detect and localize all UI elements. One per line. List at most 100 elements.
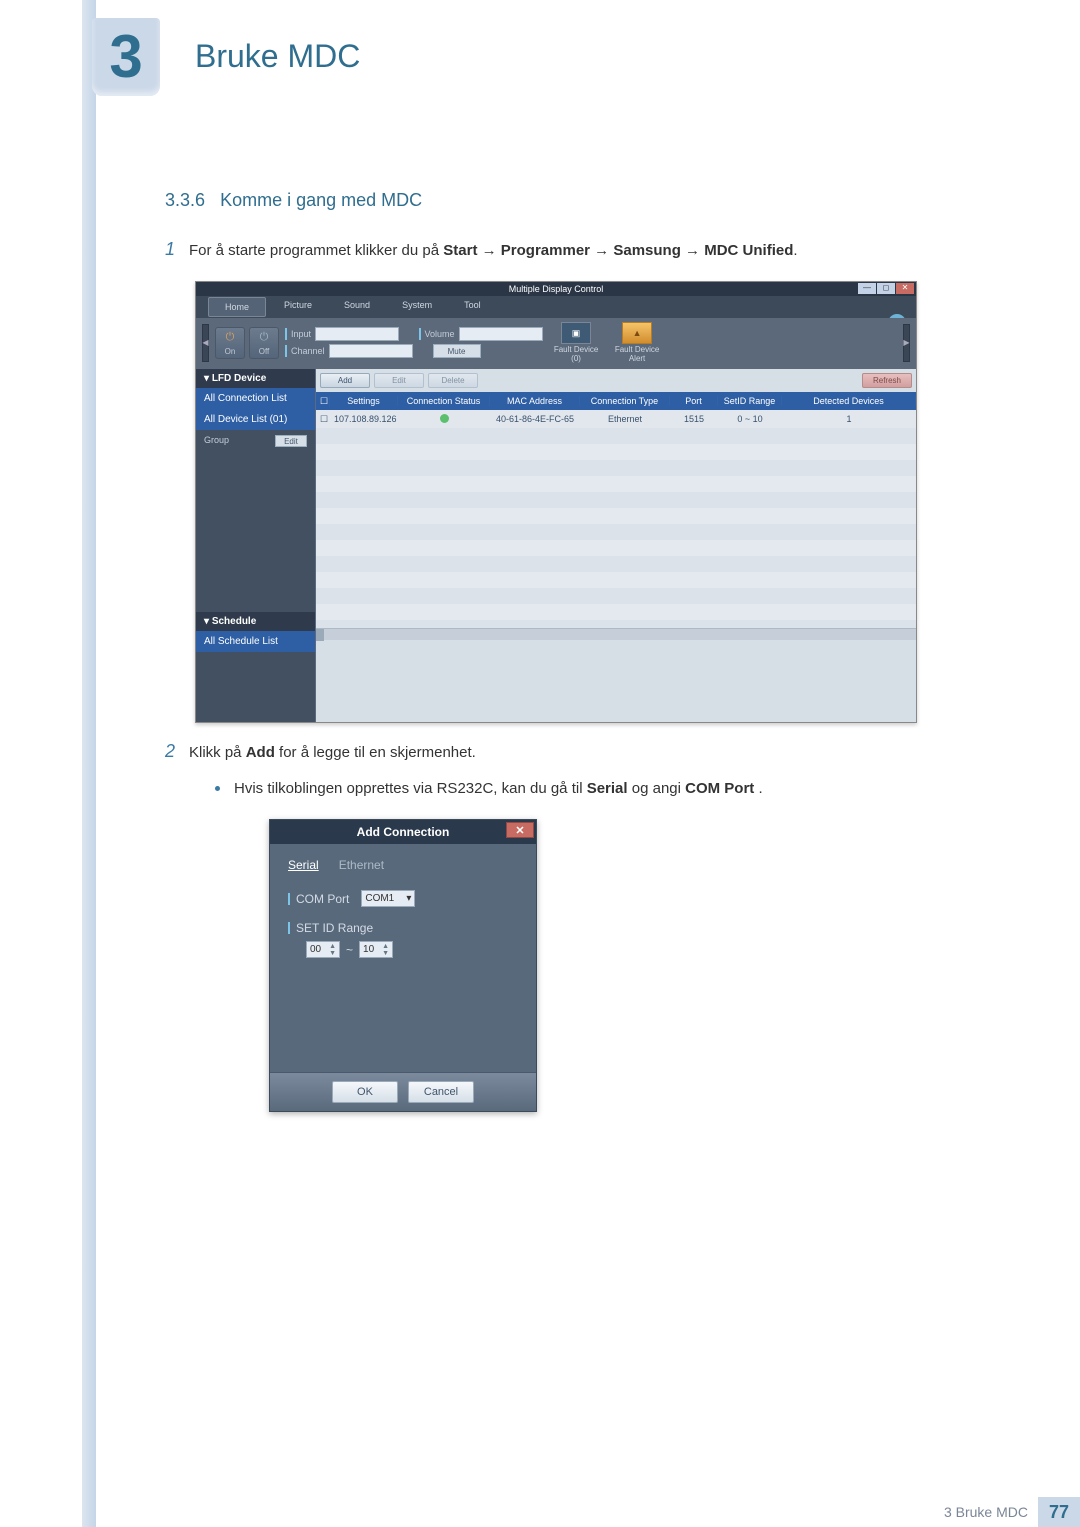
menu-home[interactable]: Home: [208, 297, 266, 317]
menu-tool[interactable]: Tool: [448, 296, 497, 318]
section-number: 3.3.6: [165, 190, 205, 210]
volume-label: Volume: [425, 329, 455, 339]
page-decor-rail: [82, 0, 96, 1527]
fault-device-icon: ▣: [561, 322, 591, 344]
volume-input[interactable]: [459, 327, 543, 341]
dialog-footer: OK Cancel: [270, 1072, 536, 1111]
input-label: Input: [291, 329, 311, 339]
edit-button[interactable]: Edit: [374, 373, 424, 388]
section-heading: 3.3.6 Komme i gang med MDC: [165, 190, 980, 211]
mdc-menubar: Home Picture Sound System Tool: [196, 296, 916, 318]
range-to-stepper[interactable]: 10 ▲▼: [359, 941, 393, 958]
col-mac: MAC Address: [490, 396, 580, 406]
add-dialog-screenshot: Add Connection ✕ Serial Ethernet COM Por…: [195, 819, 980, 1112]
footer-label: 3 Bruke MDC: [944, 1504, 1028, 1520]
step-2-text: Klikk på Add for å legge til en skjermen…: [189, 741, 476, 765]
minimize-button[interactable]: —: [858, 283, 876, 294]
step-1-number: 1: [165, 239, 189, 263]
ok-button[interactable]: OK: [332, 1081, 398, 1103]
all-device-list[interactable]: All Device List (01): [196, 409, 315, 430]
maximize-button[interactable]: ◻: [877, 283, 895, 294]
col-range: SetID Range: [718, 396, 782, 406]
refresh-button[interactable]: Refresh: [862, 373, 912, 388]
row-mac: 40-61-86-4E-FC-65: [490, 414, 580, 424]
channel-label: Channel: [291, 346, 325, 356]
all-connection-list[interactable]: All Connection List: [196, 388, 315, 409]
mute-button[interactable]: Mute: [433, 344, 481, 358]
bullet-1: Hvis tilkoblingen opprettes via RS232C, …: [165, 777, 980, 801]
table-header: ☐ Settings Connection Status MAC Address…: [316, 392, 916, 410]
content: 3.3.6 Komme i gang med MDC 1 For å start…: [165, 190, 980, 1130]
range-separator: ~: [346, 943, 353, 957]
alert-icon: ▲: [622, 322, 652, 344]
section-title: Komme i gang med MDC: [220, 190, 422, 210]
mdc-main: Add Edit Delete Refresh ☐ Settings Conne…: [316, 369, 916, 722]
step-2-number: 2: [165, 741, 189, 765]
row-ctype: Ethernet: [580, 414, 670, 424]
chevron-down-icon: ▾: [406, 893, 411, 904]
row-status: [398, 414, 490, 425]
fault-device-count[interactable]: ▣ Fault Device (0): [549, 322, 604, 363]
mdc-titlebar: Multiple Display Control — ◻ ✕: [196, 282, 916, 296]
dialog-title: Add Connection: [357, 825, 450, 839]
range-label: SET ID Range: [296, 921, 373, 935]
input-select[interactable]: [315, 327, 399, 341]
status-icon: [440, 414, 449, 423]
right-edge-tab[interactable]: ▶: [903, 324, 910, 362]
dialog-tabs: Serial Ethernet: [288, 858, 518, 872]
lfd-header[interactable]: ▾ LFD Device: [196, 369, 315, 388]
row-checkbox[interactable]: ☐: [316, 414, 330, 425]
power-off-button[interactable]: ⏻ Off: [249, 327, 279, 359]
step-1: 1 For å starte programmet klikker du på …: [165, 239, 980, 263]
delete-button[interactable]: Delete: [428, 373, 478, 388]
row-port: 1515: [670, 414, 718, 424]
table-row[interactable]: ☐ 107.108.89.126 40-61-86-4E-FC-65 Ether…: [316, 410, 916, 428]
all-schedule-list[interactable]: All Schedule List: [196, 631, 315, 652]
window-buttons: — ◻ ✕: [858, 283, 914, 294]
bullet-1-text: Hvis tilkoblingen opprettes via RS232C, …: [234, 777, 763, 801]
add-button[interactable]: Add: [320, 373, 370, 388]
fault-device-alert[interactable]: ▲ Fault Device Alert: [610, 322, 665, 363]
channel-stepper[interactable]: [329, 344, 413, 358]
menu-picture[interactable]: Picture: [268, 296, 328, 318]
step-1-text: For å starte programmet klikker du på St…: [189, 239, 798, 263]
chapter-badge: 3: [92, 18, 160, 96]
table-empty-rows: [316, 428, 916, 628]
power-on-icon: ⏻: [222, 329, 238, 345]
mdc-sidebar: ▾ LFD Device All Connection List All Dev…: [196, 369, 316, 722]
row-settings: 107.108.89.126: [330, 414, 398, 424]
comport-select[interactable]: COM1 ▾: [361, 890, 415, 907]
mdc-window-screenshot: Multiple Display Control — ◻ ✕ ? Home Pi…: [195, 281, 980, 723]
bullet-icon: [215, 786, 220, 791]
power-on-button[interactable]: ⏻ On: [215, 327, 245, 359]
step-2: 2 Klikk på Add for å legge til en skjerm…: [165, 741, 980, 765]
stepper-arrows-icon: ▲▼: [329, 943, 336, 957]
tab-serial[interactable]: Serial: [288, 858, 319, 872]
col-settings: Settings: [330, 396, 398, 406]
tab-ethernet[interactable]: Ethernet: [339, 858, 384, 872]
mdc-window: Multiple Display Control — ◻ ✕ ? Home Pi…: [195, 281, 917, 723]
col-connection-type: Connection Type: [580, 396, 670, 406]
dialog-titlebar: Add Connection ✕: [270, 820, 536, 844]
dialog-close-button[interactable]: ✕: [506, 822, 534, 838]
col-port: Port: [670, 396, 718, 406]
page-footer: 3 Bruke MDC 77: [944, 1497, 1080, 1527]
col-connection-status: Connection Status: [398, 396, 490, 406]
chapter-title: Bruke MDC: [195, 38, 360, 75]
left-edge-tab[interactable]: ◀: [202, 324, 209, 362]
mdc-title: Multiple Display Control: [509, 284, 604, 294]
footer-page-number: 77: [1038, 1497, 1080, 1527]
range-from-stepper[interactable]: 00 ▲▼: [306, 941, 340, 958]
comport-label: COM Port: [296, 892, 349, 906]
menu-sound[interactable]: Sound: [328, 296, 386, 318]
schedule-header[interactable]: ▾ Schedule: [196, 612, 315, 631]
close-button[interactable]: ✕: [896, 283, 914, 294]
cancel-button[interactable]: Cancel: [408, 1081, 474, 1103]
col-detected: Detected Devices: [782, 396, 916, 406]
group-label: Group: [204, 435, 229, 447]
row-range: 0 ~ 10: [718, 414, 782, 424]
menu-system[interactable]: System: [386, 296, 448, 318]
group-edit-button[interactable]: Edit: [275, 435, 307, 447]
scrollbar[interactable]: [316, 628, 916, 640]
scroll-thumb[interactable]: [316, 629, 324, 641]
